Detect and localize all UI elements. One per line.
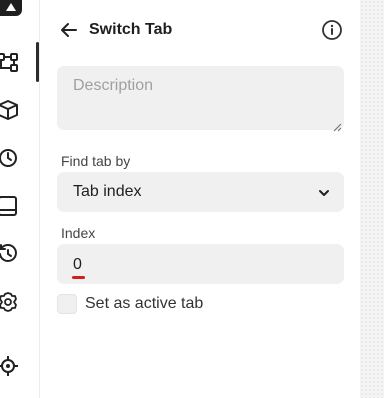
clock-icon[interactable] [0, 147, 20, 169]
crosshair-icon[interactable] [0, 355, 20, 377]
info-icon[interactable] [321, 19, 343, 41]
history-icon[interactable] [0, 243, 20, 265]
app-logo[interactable] [0, 0, 22, 16]
chevron-down-icon [318, 186, 330, 198]
sidebar [0, 0, 40, 398]
set-active-tab-checkbox[interactable] [57, 294, 77, 314]
index-value: 0 [73, 256, 82, 273]
set-active-tab-label[interactable]: Set as active tab [85, 295, 203, 313]
spellcheck-underline [72, 276, 85, 279]
resize-handle-icon[interactable] [333, 119, 342, 132]
panel-bottom-icon[interactable] [0, 195, 20, 217]
package-icon[interactable] [0, 99, 20, 121]
find-tab-label: Find tab by [61, 153, 131, 169]
gear-icon[interactable] [0, 291, 20, 313]
back-arrow-icon[interactable] [59, 20, 79, 40]
canvas-edge [360, 0, 384, 398]
page-title: Switch Tab [89, 21, 173, 38]
active-indicator [36, 42, 39, 82]
workflow-icon[interactable] [0, 51, 20, 73]
description-field[interactable] [57, 66, 344, 130]
block-settings-panel: Switch Tab Find tab by Tab index Index 0… [41, 0, 360, 398]
find-tab-select[interactable]: Tab index [57, 172, 344, 212]
index-label: Index [61, 225, 96, 241]
index-input[interactable]: 0 [57, 244, 344, 284]
find-tab-selected-value: Tab index [73, 183, 142, 200]
panel-header: Switch Tab [41, 12, 360, 48]
